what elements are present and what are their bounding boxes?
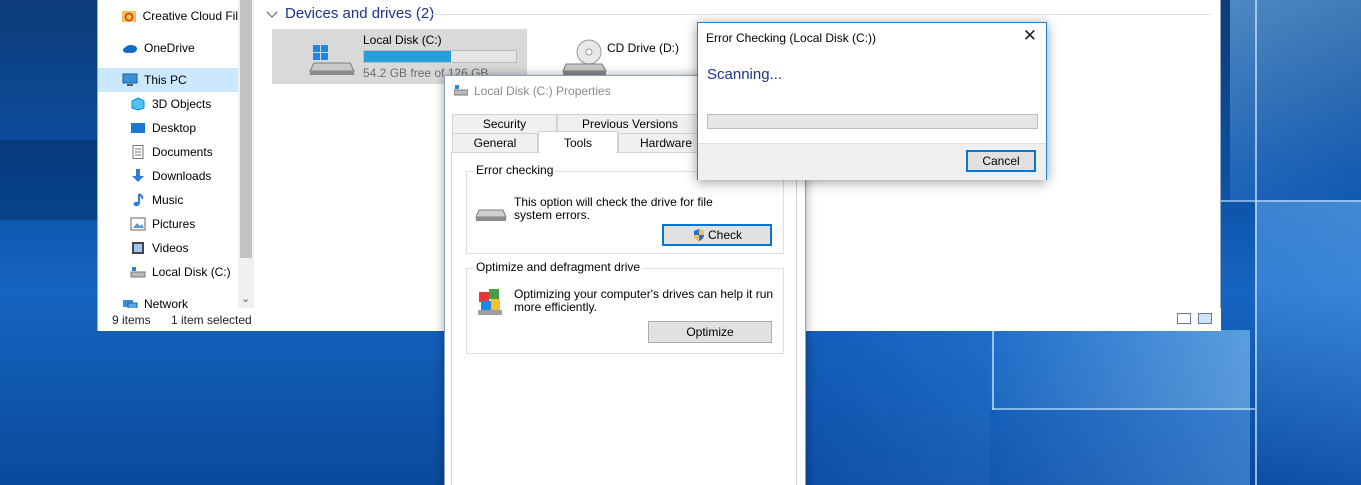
error-checking-group: Error checking This option will check th… <box>466 163 784 254</box>
nav-scrollbar[interactable]: ⌄ <box>238 0 254 308</box>
nav-item-onedrive[interactable]: OneDrive <box>98 36 238 60</box>
nav-item-downloads[interactable]: Downloads <box>98 164 238 188</box>
dialog-title: Error Checking (Local Disk (C:)) <box>706 31 877 45</box>
nav-label: This PC <box>144 73 187 87</box>
cd-drive-icon <box>562 39 607 75</box>
nav-label: Videos <box>152 241 189 255</box>
nav-scrollbar-thumb[interactable] <box>240 0 252 258</box>
devices-group-header[interactable]: Devices and drives (2) <box>265 5 434 22</box>
optimize-group: Optimize and defragment drive Optimizing… <box>466 260 784 354</box>
onedrive-icon <box>123 45 137 53</box>
drive-icon <box>454 85 468 96</box>
pictures-icon <box>130 217 146 231</box>
drive-icon <box>130 267 146 278</box>
tab-label: Previous Versions <box>581 117 679 131</box>
optimize-button-label: Optimize <box>686 325 734 339</box>
tools-tab-panel: Error checking This option will check th… <box>451 152 797 485</box>
creative-cloud-icon <box>121 11 136 22</box>
scroll-down-icon[interactable]: ⌄ <box>241 292 250 305</box>
nav-item-pictures[interactable]: Pictures <box>98 212 238 236</box>
nav-label: Local Disk (C:) <box>152 265 231 279</box>
large-icons-view-icon[interactable] <box>1198 313 1212 324</box>
cancel-button-label: Cancel <box>982 154 1020 168</box>
chevron-down-icon <box>266 5 278 18</box>
optimize-heading: Optimize and defragment drive <box>474 260 643 274</box>
nav-label: Pictures <box>152 217 196 231</box>
status-selection: 1 item selected <box>171 313 252 327</box>
downloads-icon <box>132 169 144 182</box>
nav-label: Documents <box>152 145 213 159</box>
nav-item-this-pc[interactable]: This PC <box>98 68 238 92</box>
nav-label: Desktop <box>152 121 197 135</box>
tab-label: General <box>473 136 517 150</box>
videos-icon <box>132 242 144 254</box>
tab-label: Tools <box>563 135 592 150</box>
nav-label: Creative Cloud Fil <box>142 9 238 23</box>
scan-status: Scanning... <box>707 66 783 83</box>
defragment-icon <box>478 289 502 315</box>
close-icon[interactable]: ✕ <box>1023 26 1037 46</box>
drive-name: CD Drive (D:) <box>607 41 679 55</box>
documents-icon <box>132 145 144 159</box>
drive-icon <box>475 209 507 221</box>
nav-item-3d-objects[interactable]: 3D Objects <box>98 92 238 116</box>
drive-name: Local Disk (C:) <box>363 33 442 47</box>
hard-drive-icon <box>309 45 355 75</box>
nav-label: Music <box>152 193 184 207</box>
music-icon <box>133 193 144 207</box>
nav-item-documents[interactable]: Documents <box>98 140 238 164</box>
error-checking-desc-2: system errors. <box>514 208 591 222</box>
check-button[interactable]: Check <box>662 224 772 246</box>
error-checking-heading: Error checking <box>474 163 556 177</box>
desktop-icon <box>131 123 145 133</box>
dialog-footer: Cancel <box>698 143 1046 180</box>
this-pc-icon <box>122 73 138 86</box>
nav-item-music[interactable]: Music <box>98 188 238 212</box>
3d-objects-icon <box>131 97 145 111</box>
optimize-button[interactable]: Optimize <box>648 321 772 343</box>
check-button-label: Check <box>707 228 742 242</box>
nav-item-creative-cloud[interactable]: Creative Cloud Fil <box>98 4 238 28</box>
navigation-pane: Creative Cloud Fil OneDrive This PC 3D O… <box>98 0 238 311</box>
nav-item-desktop[interactable]: Desktop <box>98 116 238 140</box>
scan-progress-bar <box>707 114 1038 129</box>
dialog-title: Local Disk (C:) Properties <box>474 84 611 98</box>
tab-general[interactable]: General <box>452 133 538 153</box>
nav-item-local-disk[interactable]: Local Disk (C:) <box>98 260 238 284</box>
group-header-label: Devices and drives (2) <box>285 5 435 22</box>
nav-label: Downloads <box>152 169 212 183</box>
tab-label: Security <box>482 117 527 131</box>
nav-label: OneDrive <box>144 41 195 55</box>
status-item-count: 9 items <box>112 313 151 327</box>
details-view-icon[interactable] <box>1177 313 1191 324</box>
optimize-desc-2: more efficiently. <box>514 300 597 314</box>
tab-label: Hardware <box>639 136 693 150</box>
error-checking-dialog: Error Checking (Local Disk (C:)) ✕ Scann… <box>697 22 1047 180</box>
nav-label: 3D Objects <box>152 97 212 111</box>
drive-usage-fill <box>364 51 451 62</box>
uac-shield-icon <box>693 229 704 241</box>
tab-tools[interactable]: Tools <box>538 131 618 154</box>
cancel-button[interactable]: Cancel <box>966 150 1036 172</box>
nav-item-videos[interactable]: Videos <box>98 236 238 260</box>
drive-usage-bar <box>363 50 517 63</box>
group-divider <box>431 14 1211 15</box>
